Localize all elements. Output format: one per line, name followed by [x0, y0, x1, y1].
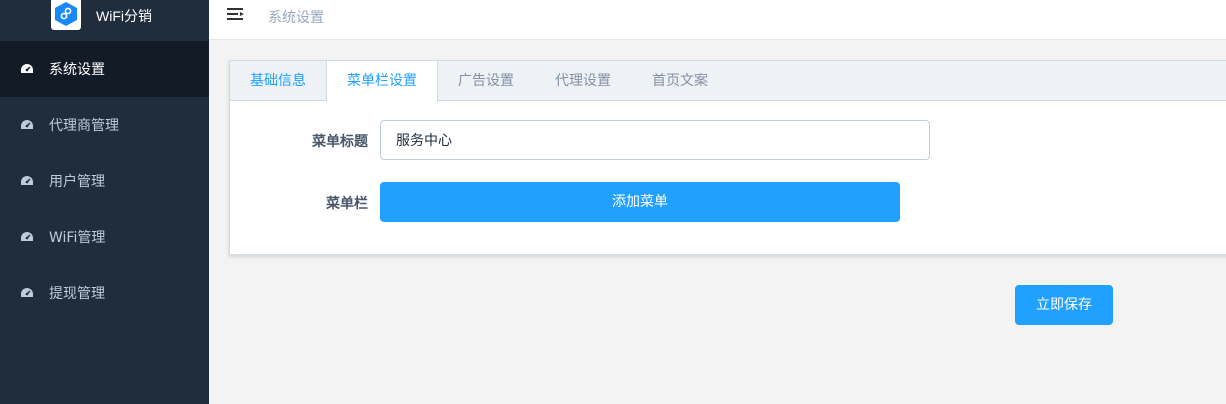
- tab-menu-settings[interactable]: 菜单栏设置: [326, 61, 438, 102]
- sidebar-item-withdraw-management[interactable]: 提现管理: [0, 265, 209, 321]
- sidebar-item-label: 用户管理: [49, 174, 105, 190]
- sidebar-item-label: 系统设置: [49, 62, 105, 78]
- dashboard-icon: [20, 230, 34, 244]
- app-name: WiFi分销: [96, 8, 152, 24]
- settings-card: 基础信息 菜单栏设置 广告设置 代理设置 首页文案 菜单标题 菜单栏 添加菜单: [229, 60, 1226, 255]
- tab-bar: 基础信息 菜单栏设置 广告设置 代理设置 首页文案: [230, 61, 1226, 102]
- menu-bar-label: 菜单栏: [326, 196, 368, 212]
- tab-ad-settings[interactable]: 广告设置: [438, 61, 534, 101]
- dashboard-icon: [20, 174, 34, 188]
- app-logo-icon: [51, 0, 81, 30]
- dashboard-icon: [20, 286, 34, 300]
- sidebar-item-label: 提现管理: [49, 286, 105, 302]
- tab-basic-info[interactable]: 基础信息: [230, 61, 326, 101]
- sidebar-item-label: 代理商管理: [49, 118, 119, 134]
- sidebar-item-wifi-management[interactable]: WiFi管理: [0, 209, 209, 265]
- add-menu-button[interactable]: 添加菜单: [380, 182, 900, 222]
- menu-title-label: 菜单标题: [312, 134, 368, 150]
- dashboard-icon: [20, 62, 34, 76]
- hamburger-icon[interactable]: [227, 7, 245, 23]
- sidebar-item-system-settings[interactable]: 系统设置: [0, 41, 209, 97]
- sidebar-nav: 系统设置 代理商管理 用户管理 WiFi管理 提现管理: [0, 41, 209, 321]
- menu-title-input[interactable]: [380, 120, 930, 160]
- breadcrumb[interactable]: 系统设置: [268, 7, 324, 27]
- save-button[interactable]: 立即保存: [1015, 285, 1113, 325]
- sidebar-item-label: WiFi管理: [49, 230, 106, 246]
- sidebar-item-agent-management[interactable]: 代理商管理: [0, 97, 209, 153]
- top-header: 系统设置: [209, 0, 1226, 40]
- brand: WiFi分销: [0, 0, 209, 40]
- dashboard-icon: [20, 118, 34, 132]
- sidebar-item-user-management[interactable]: 用户管理: [0, 153, 209, 209]
- sidebar: WiFi分销 系统设置 代理商管理 用户管理 WiFi管理 提现管理: [0, 0, 209, 404]
- tab-homepage-copy[interactable]: 首页文案: [632, 61, 728, 101]
- tab-agent-settings[interactable]: 代理设置: [534, 61, 632, 101]
